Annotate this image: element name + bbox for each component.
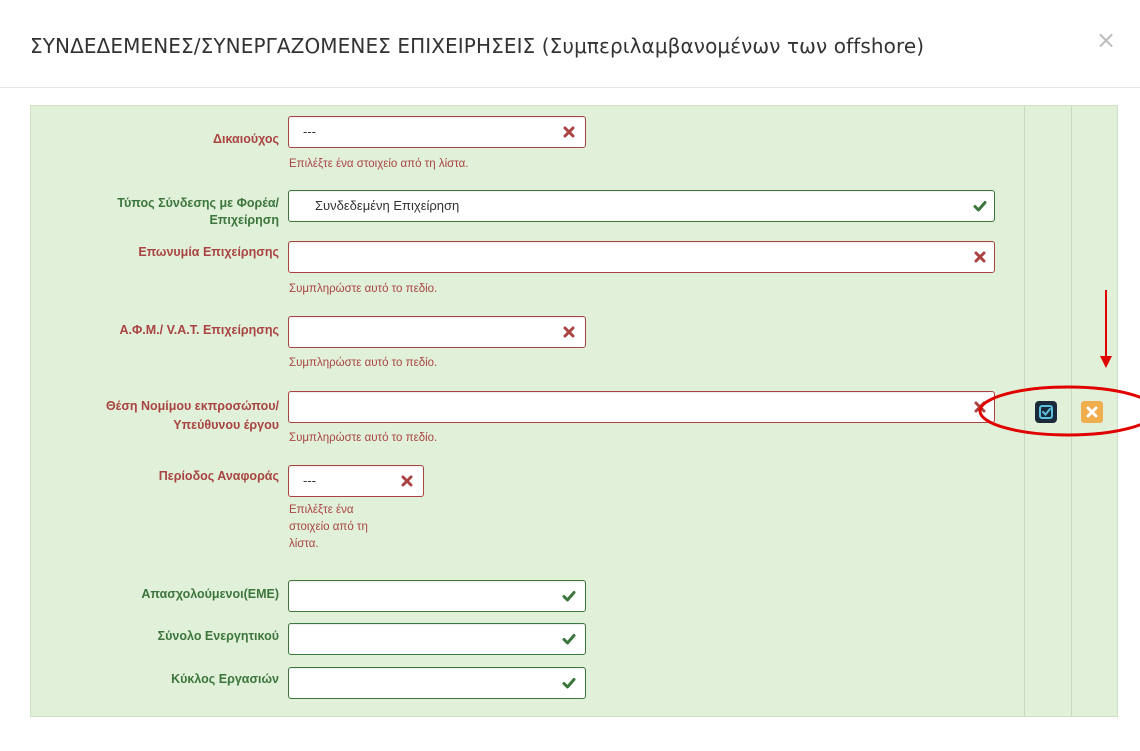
link-type-label-line1: Τύπος Σύνδεσης με Φορέα/ [117, 196, 279, 210]
error-x-icon [401, 475, 413, 487]
edit-check-icon [1039, 405, 1053, 419]
success-check-icon [562, 591, 576, 602]
legal-rep-label-line2: Υπεύθυνου έργου [173, 418, 279, 432]
link-type-label-line2: Επιχείρηση [209, 213, 279, 227]
column-divider [1071, 106, 1072, 716]
error-x-icon [563, 326, 575, 338]
period-help-line1: Επιλέξτε ένα [289, 504, 354, 516]
beneficiary-label: Δικαιούχος [213, 132, 279, 146]
link-type-value: Συνδεδεμένη Επιχείρηση [315, 198, 460, 213]
edit-row-button[interactable] [1035, 401, 1057, 423]
total-assets-label: Σύνολο Ενεργητικού [157, 629, 279, 643]
close-button[interactable]: × [1096, 28, 1116, 52]
turnover-label: Κύκλος Εργασιών [171, 672, 279, 686]
period-select[interactable]: --- [288, 465, 424, 497]
link-type-select[interactable]: Συνδεδεμένη Επιχείρηση [288, 190, 995, 222]
company-name-label: Επωνυμία Επιχείρησης [138, 245, 279, 259]
success-check-icon [562, 678, 576, 689]
beneficiary-value: --- [303, 124, 316, 139]
company-name-input[interactable] [288, 241, 995, 273]
vat-label: Α.Φ.Μ./ V.A.T. Επιχείρησης [119, 323, 279, 337]
form-panel: Δικαιούχος --- Επιλέξτε ένα στοιχείο από… [30, 105, 1118, 717]
success-check-icon [562, 634, 576, 645]
legal-rep-label-line1: Θέση Νομίμου εκπροσώπου/ [105, 399, 279, 413]
employees-input[interactable] [288, 580, 586, 612]
column-divider [1024, 106, 1025, 716]
period-help-line3: λίστα. [289, 538, 319, 550]
error-x-icon [974, 401, 986, 413]
modal-title: ΣΥΝΔΕΔΕΜΕΝΕΣ/ΣΥΝΕΡΓΑΖΟΜΕΝΕΣ ΕΠΙΧΕΙΡΗΣΕΙΣ… [30, 34, 925, 58]
delete-row-button[interactable] [1081, 401, 1103, 423]
period-help-line2: στοιχείο από τη [289, 521, 368, 533]
period-value: --- [303, 473, 316, 488]
close-icon [1086, 406, 1098, 418]
vat-help: Συμπληρώστε αυτό το πεδίο. [289, 357, 438, 369]
total-assets-input[interactable] [288, 623, 586, 655]
employees-label: Απασχολούμενοι(ΕΜΕ) [141, 587, 279, 601]
error-x-icon [563, 126, 575, 138]
modal-header: ΣΥΝΔΕΔΕΜΕΝΕΣ/ΣΥΝΕΡΓΑΖΟΜΕΝΕΣ ΕΠΙΧΕΙΡΗΣΕΙΣ… [0, 0, 1140, 88]
success-check-icon [973, 201, 987, 212]
legal-rep-input[interactable] [288, 391, 995, 423]
legal-rep-help: Συμπληρώστε αυτό το πεδίο. [289, 432, 438, 444]
error-x-icon [974, 251, 986, 263]
beneficiary-select[interactable]: --- [288, 116, 586, 148]
modal-dialog: ΣΥΝΔΕΔΕΜΕΝΕΣ/ΣΥΝΕΡΓΑΖΟΜΕΝΕΣ ΕΠΙΧΕΙΡΗΣΕΙΣ… [0, 0, 1140, 751]
period-label: Περίοδος Αναφοράς [158, 469, 279, 483]
vat-input[interactable] [288, 316, 586, 348]
beneficiary-help: Επιλέξτε ένα στοιχείο από τη λίστα. [289, 158, 469, 170]
company-name-help: Συμπληρώστε αυτό το πεδίο. [289, 283, 438, 295]
turnover-input[interactable] [288, 667, 586, 699]
